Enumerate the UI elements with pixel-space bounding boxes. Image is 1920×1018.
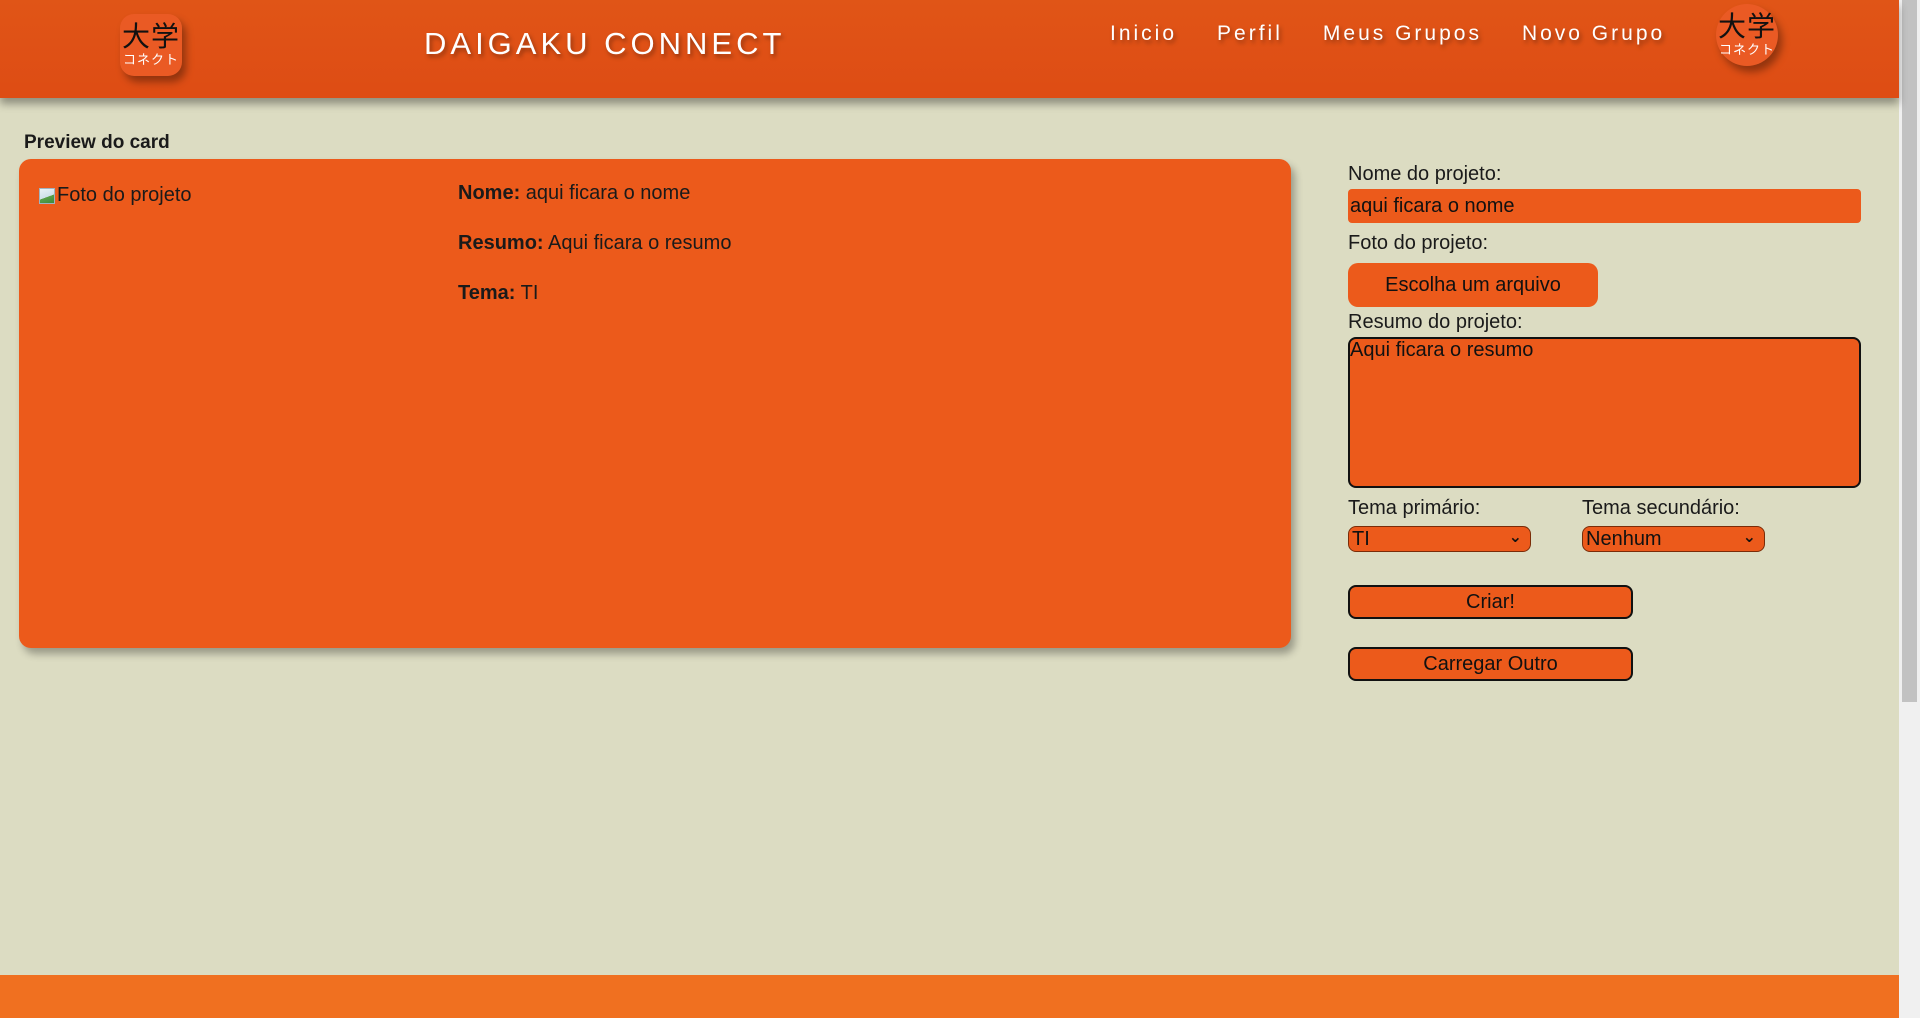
scrollbar-thumb[interactable] — [1902, 0, 1917, 702]
chevron-down-icon: ⌄ — [1742, 529, 1756, 546]
preview-label: Preview do card — [24, 132, 170, 153]
secondary-theme-value: Nenhum — [1586, 528, 1662, 550]
logo-icon[interactable]: 大学 コネクト — [120, 14, 182, 76]
card-summary-row: Resumo: Aqui ficara o resumo — [458, 231, 731, 255]
project-name-input[interactable] — [1348, 189, 1861, 223]
card-info: Nome: aqui ficara o nome Resumo: Aqui fi… — [458, 181, 731, 331]
nav-perfil[interactable]: Perfil — [1217, 22, 1283, 46]
logo-kana: コネクト — [1718, 43, 1775, 58]
project-summary-textarea[interactable]: Aqui ficara o resumo — [1348, 337, 1861, 488]
summary-label: Resumo do projeto: — [1348, 311, 1523, 333]
primary-theme-value: TI — [1352, 528, 1370, 550]
secondary-theme-label: Tema secundário: — [1582, 497, 1740, 519]
primary-theme-select[interactable]: TI ⌄ — [1348, 526, 1531, 552]
load-other-button[interactable]: Carregar Outro — [1348, 647, 1633, 681]
scrollbar[interactable] — [1899, 0, 1920, 1018]
preview-card: Foto do projeto Nome: aqui ficara o nome… — [19, 159, 1291, 648]
project-image-alt: Foto do projeto — [57, 184, 192, 206]
project-image: Foto do projeto — [39, 184, 192, 207]
card-summary-value: Aqui ficara o resumo — [548, 232, 732, 254]
header: 大学 コネクト DAIGAKU CONNECT Inicio Perfil Me… — [0, 0, 1899, 98]
logo-kana: コネクト — [122, 53, 179, 68]
logo-kanji: 大学 — [1717, 10, 1776, 43]
secondary-theme-select[interactable]: Nenhum ⌄ — [1582, 526, 1765, 552]
card-theme-value: TI — [520, 282, 539, 304]
chevron-down-icon: ⌄ — [1508, 529, 1522, 546]
broken-image-icon — [39, 187, 55, 204]
nav-meus-grupos[interactable]: Meus Grupos — [1323, 22, 1482, 46]
photo-label: Foto do projeto: — [1348, 232, 1489, 254]
brand-title: DAIGAKU CONNECT — [424, 26, 786, 61]
card-theme-row: Tema: TI — [458, 281, 731, 305]
name-label: Nome do projeto: — [1348, 163, 1502, 185]
profile-logo-icon[interactable]: 大学 コネクト — [1716, 4, 1778, 66]
nav-inicio[interactable]: Inicio — [1110, 22, 1177, 46]
nav-novo-grupo[interactable]: Novo Grupo — [1522, 22, 1665, 46]
card-name-value: aqui ficara o nome — [525, 182, 691, 204]
main-nav: Inicio Perfil Meus Grupos Novo Grupo — [1110, 22, 1705, 46]
card-name-row: Nome: aqui ficara o nome — [458, 181, 731, 205]
logo-kanji: 大学 — [121, 20, 180, 53]
choose-file-button[interactable]: Escolha um arquivo — [1348, 263, 1598, 307]
card-name-label: Nome: — [458, 182, 521, 204]
create-button[interactable]: Criar! — [1348, 585, 1633, 619]
card-theme-label: Tema: — [458, 282, 516, 304]
primary-theme-label: Tema primário: — [1348, 497, 1481, 519]
footer — [0, 975, 1899, 1018]
card-summary-label: Resumo: — [458, 232, 544, 254]
